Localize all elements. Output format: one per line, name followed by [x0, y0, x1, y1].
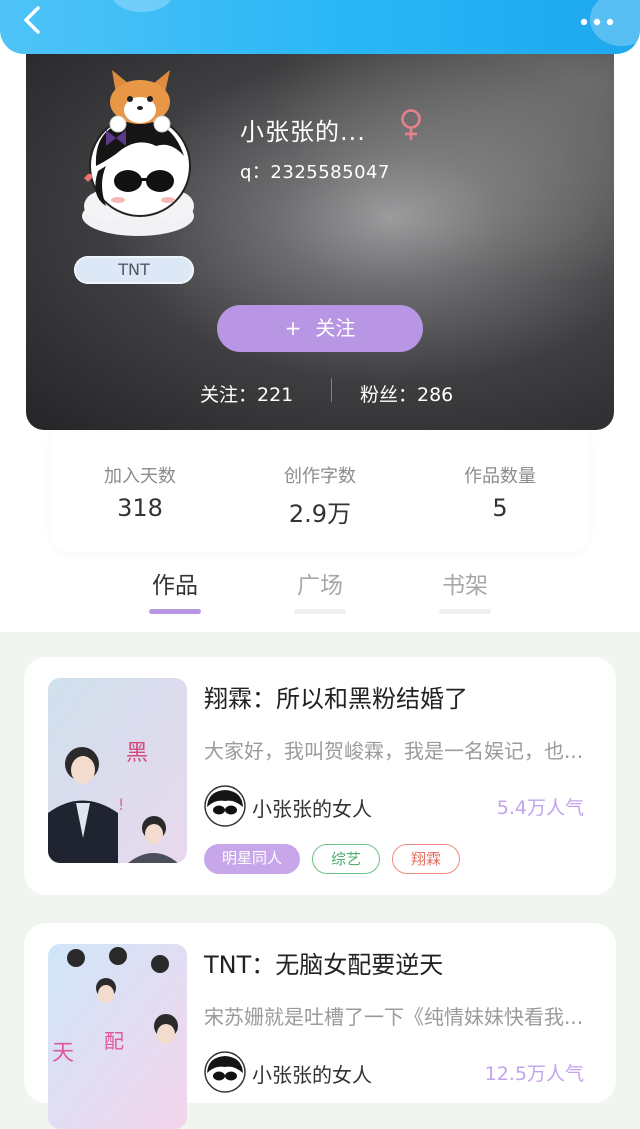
- stat-label: 作品数量: [464, 466, 536, 487]
- work-title: 翔霖：所以和黑粉结婚了: [204, 685, 468, 713]
- author-name[interactable]: 小张张的女人: [252, 1059, 372, 1088]
- tag-variety[interactable]: 综艺: [312, 844, 380, 874]
- tab-label: 广场: [297, 573, 343, 599]
- avatar-badge: TNT: [74, 256, 194, 284]
- avatar[interactable]: [76, 66, 206, 241]
- tab-works[interactable]: 作品: [135, 566, 215, 614]
- author-avatar: [204, 1051, 246, 1093]
- plus-icon: +: [284, 316, 302, 340]
- stat-label: 加入天数: [104, 466, 176, 487]
- tab-label: 书架: [442, 573, 488, 599]
- stat-value: 2.9万: [288, 500, 352, 528]
- username: 小张张的...: [240, 118, 366, 146]
- work-card[interactable]: 黑 ! 翔霖：所以和黑粉结婚了 大家好，我叫贺峻霖，我是一名娱记，也... 小张…: [24, 657, 616, 895]
- tab-bar: 作品 广场 书架: [0, 566, 640, 626]
- tab-square[interactable]: 广场: [280, 566, 360, 614]
- stat-label: 创作字数: [284, 466, 356, 487]
- tab-bookshelf[interactable]: 书架: [425, 566, 505, 614]
- decor-bubble: [112, 0, 172, 12]
- more-button[interactable]: [578, 12, 618, 32]
- follow-button[interactable]: + 关注: [217, 305, 423, 352]
- stat-divider: [331, 378, 332, 402]
- author-name[interactable]: 小张张的女人: [252, 793, 372, 822]
- work-description: 宋苏姗就是吐槽了一下《纯情妹妹快看我...: [204, 1005, 584, 1029]
- stat-works-count: 作品数量 5: [425, 462, 575, 522]
- more-dots-icon: [580, 18, 614, 26]
- tab-label: 作品: [152, 573, 198, 599]
- stat-value: 5: [492, 494, 508, 522]
- tag-xianglin[interactable]: 翔霖: [392, 844, 460, 874]
- following-count[interactable]: 关注：221: [200, 380, 293, 407]
- work-cover: 黑 !: [48, 678, 187, 863]
- profile-header: TNT 小张张的... q：2325585047 + 关注 关注：221 粉丝：2…: [26, 46, 614, 430]
- stat-word-count: 创作字数 2.9万: [245, 462, 395, 529]
- stats-card: 加入天数 318 创作字数 2.9万 作品数量 5: [51, 420, 589, 552]
- back-button[interactable]: [18, 6, 58, 36]
- popularity: 12.5万人气: [484, 1063, 584, 1085]
- tab-indicator: [149, 609, 201, 614]
- svg-text:配: 配: [104, 1029, 124, 1053]
- female-icon: [401, 109, 421, 140]
- tab-indicator: [294, 609, 346, 614]
- top-bar: [0, 0, 640, 54]
- stat-join-days: 加入天数 318: [65, 462, 215, 522]
- work-card[interactable]: 天 配 TNT：无脑女配要逆天 宋苏姗就是吐槽了一下《纯情妹妹快看我... 小张…: [24, 923, 616, 1129]
- tag-celebrity-fanfic[interactable]: 明星同人: [204, 844, 300, 874]
- work-description: 大家好，我叫贺峻霖，我是一名娱记，也...: [204, 739, 584, 763]
- author-avatar: [204, 785, 246, 827]
- fans-count[interactable]: 粉丝：286: [360, 380, 453, 407]
- chevron-left-icon: [24, 6, 40, 34]
- tab-indicator: [439, 609, 491, 614]
- svg-text:黑: 黑: [126, 741, 148, 766]
- work-cover: 天 配: [48, 944, 187, 1129]
- stat-value: 318: [117, 494, 163, 522]
- popularity: 5.4万人气: [496, 797, 584, 819]
- follow-button-label: 关注: [315, 316, 356, 340]
- svg-text:!: !: [118, 795, 124, 814]
- work-title: TNT：无脑女配要逆天: [204, 951, 444, 979]
- qq-number: q：2325585047: [240, 162, 390, 183]
- svg-text:天: 天: [52, 1041, 74, 1066]
